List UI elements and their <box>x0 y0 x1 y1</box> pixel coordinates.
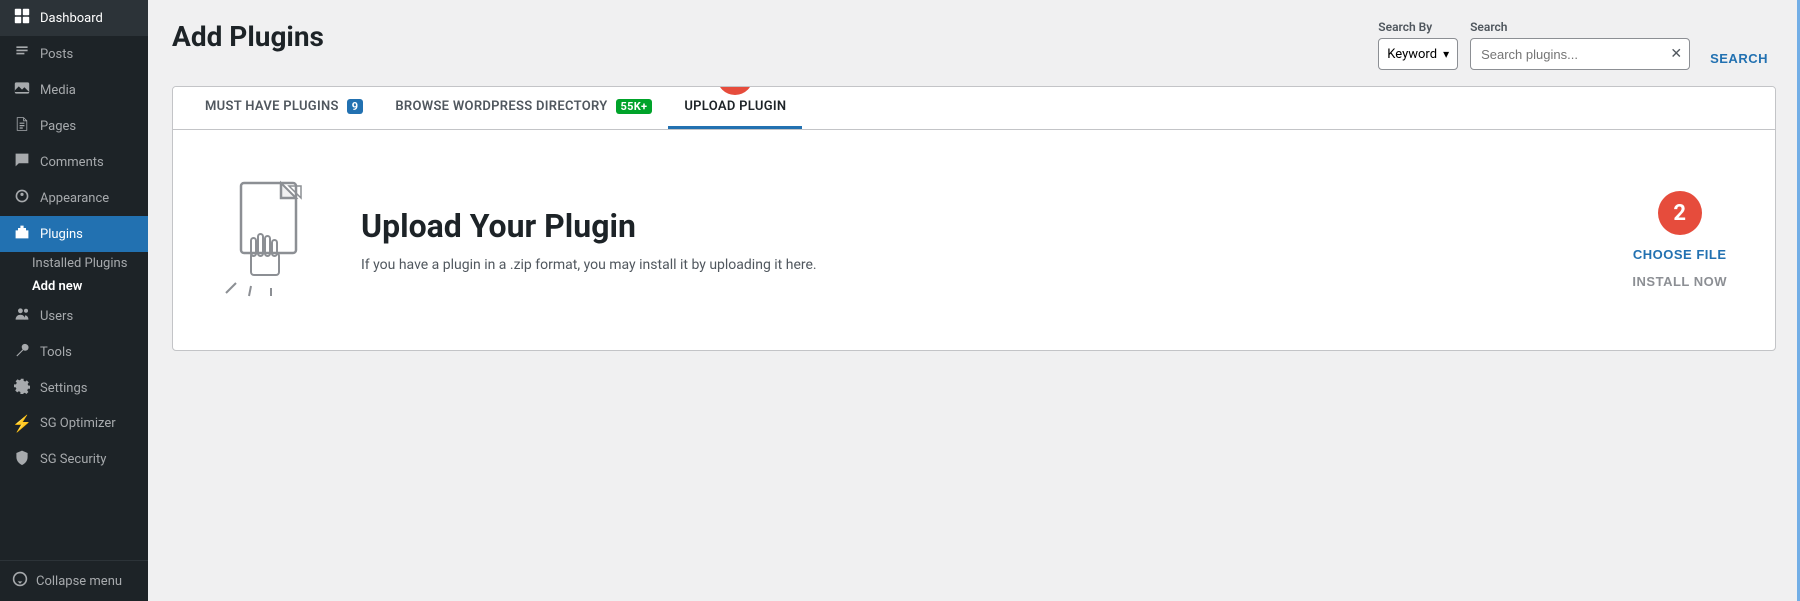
sidebar-item-label: Plugins <box>40 227 83 242</box>
sidebar-item-plugins[interactable]: Plugins <box>0 216 148 252</box>
upload-section: Upload Your Plugin If you have a plugin … <box>173 130 1775 350</box>
collapse-menu[interactable]: Collapse menu <box>0 560 148 601</box>
search-input-group: Search ✕ <box>1470 20 1690 70</box>
search-button[interactable]: SEARCH <box>1702 47 1776 70</box>
tab-badge-browse: 55K+ <box>616 99 653 114</box>
appearance-icon <box>12 188 32 208</box>
search-input-wrap: ✕ <box>1470 38 1690 70</box>
sidebar-item-label: Media <box>40 83 76 98</box>
main-content: Add Plugins Search By Keyword ▾ Search ✕ <box>148 0 1800 601</box>
sidebar-item-label: SG Security <box>40 452 106 467</box>
sidebar-sub-add-new[interactable]: Add new <box>0 275 148 298</box>
sidebar-item-users[interactable]: Users <box>0 298 148 334</box>
sidebar-item-label: Dashboard <box>40 11 103 26</box>
sidebar: Dashboard Posts Media Pages Comments App… <box>0 0 148 601</box>
upload-description: If you have a plugin in a .zip format, y… <box>361 257 1592 273</box>
upload-icon-area <box>221 178 321 302</box>
sidebar-item-label: Users <box>40 309 73 324</box>
search-area: Search By Keyword ▾ Search ✕ SEARCH <box>1378 20 1776 70</box>
sidebar-item-comments[interactable]: Comments <box>0 144 148 180</box>
comments-icon <box>12 152 32 172</box>
users-icon <box>12 306 32 326</box>
sidebar-item-settings[interactable]: Settings <box>0 370 148 406</box>
dashboard-icon <box>12 8 32 28</box>
sidebar-item-label: Settings <box>40 381 87 396</box>
sidebar-item-media[interactable]: Media <box>0 72 148 108</box>
page-title: Add Plugins <box>172 20 324 53</box>
tabs-bar: MUST HAVE PLUGINS 9 BROWSE WORDPRESS DIR… <box>173 87 1775 130</box>
sidebar-item-label: Appearance <box>40 191 109 206</box>
sidebar-sub-label: Add new <box>32 279 82 294</box>
tab-must-have-plugins[interactable]: MUST HAVE PLUGINS 9 <box>189 87 379 129</box>
sg-optimizer-icon: ⚡ <box>12 414 32 433</box>
upload-actions: 2 CHOOSE FILE INSTALL NOW <box>1632 191 1727 289</box>
page-header: Add Plugins Search By Keyword ▾ Search ✕ <box>172 20 1776 70</box>
upload-title: Upload Your Plugin <box>361 207 1592 245</box>
sidebar-sub-installed-plugins[interactable]: Installed Plugins <box>0 252 148 275</box>
search-input[interactable] <box>1470 38 1690 70</box>
sidebar-item-label: Tools <box>40 345 72 360</box>
install-now-button[interactable]: INSTALL NOW <box>1632 274 1727 289</box>
media-icon <box>12 80 32 100</box>
clear-icon[interactable]: ✕ <box>1670 46 1682 62</box>
search-by-select[interactable]: Keyword ▾ <box>1378 38 1458 70</box>
choose-file-button[interactable]: CHOOSE FILE <box>1633 247 1727 262</box>
tab-badge-must-have: 9 <box>347 99 364 114</box>
search-label: Search <box>1470 20 1690 34</box>
sidebar-item-appearance[interactable]: Appearance <box>0 180 148 216</box>
plugins-icon <box>12 224 32 244</box>
sidebar-item-posts[interactable]: Posts <box>0 36 148 72</box>
sidebar-item-tools[interactable]: Tools <box>0 334 148 370</box>
tab-label: UPLOAD PLUGIN <box>684 99 786 114</box>
chevron-down-icon: ▾ <box>1443 47 1449 61</box>
sidebar-item-pages[interactable]: Pages <box>0 108 148 144</box>
sidebar-item-label: Posts <box>40 47 73 62</box>
step-2-badge: 2 <box>1658 191 1702 235</box>
sidebar-item-label: Comments <box>40 155 104 170</box>
settings-icon <box>12 378 32 398</box>
search-by-group: Search By Keyword ▾ <box>1378 20 1458 70</box>
pages-icon <box>12 116 32 136</box>
search-by-value: Keyword <box>1387 47 1437 62</box>
tab-browse-wordpress[interactable]: BROWSE WORDPRESS DIRECTORY 55K+ <box>379 87 668 129</box>
sidebar-item-sg-security[interactable]: SG Security <box>0 441 148 477</box>
search-by-label: Search By <box>1378 20 1458 34</box>
posts-icon <box>12 44 32 64</box>
step-1-badge: 1 <box>717 86 753 95</box>
sidebar-sub-label: Installed Plugins <box>32 256 127 271</box>
sidebar-item-sg-optimizer[interactable]: ⚡ SG Optimizer <box>0 406 148 441</box>
tab-label: BROWSE WORDPRESS DIRECTORY <box>395 99 607 114</box>
sidebar-item-dashboard[interactable]: Dashboard <box>0 0 148 36</box>
sidebar-item-label: Pages <box>40 119 76 134</box>
upload-plugin-icon <box>221 178 321 298</box>
tabs-container: MUST HAVE PLUGINS 9 BROWSE WORDPRESS DIR… <box>172 86 1776 351</box>
collapse-icon <box>12 571 28 591</box>
tab-upload-plugin[interactable]: 1 UPLOAD PLUGIN <box>668 87 802 129</box>
collapse-label: Collapse menu <box>36 574 122 589</box>
sg-security-icon <box>12 449 32 469</box>
tools-icon <box>12 342 32 362</box>
sidebar-item-label: SG Optimizer <box>40 416 116 431</box>
upload-text-area: Upload Your Plugin If you have a plugin … <box>361 207 1592 273</box>
tab-label: MUST HAVE PLUGINS <box>205 99 339 114</box>
